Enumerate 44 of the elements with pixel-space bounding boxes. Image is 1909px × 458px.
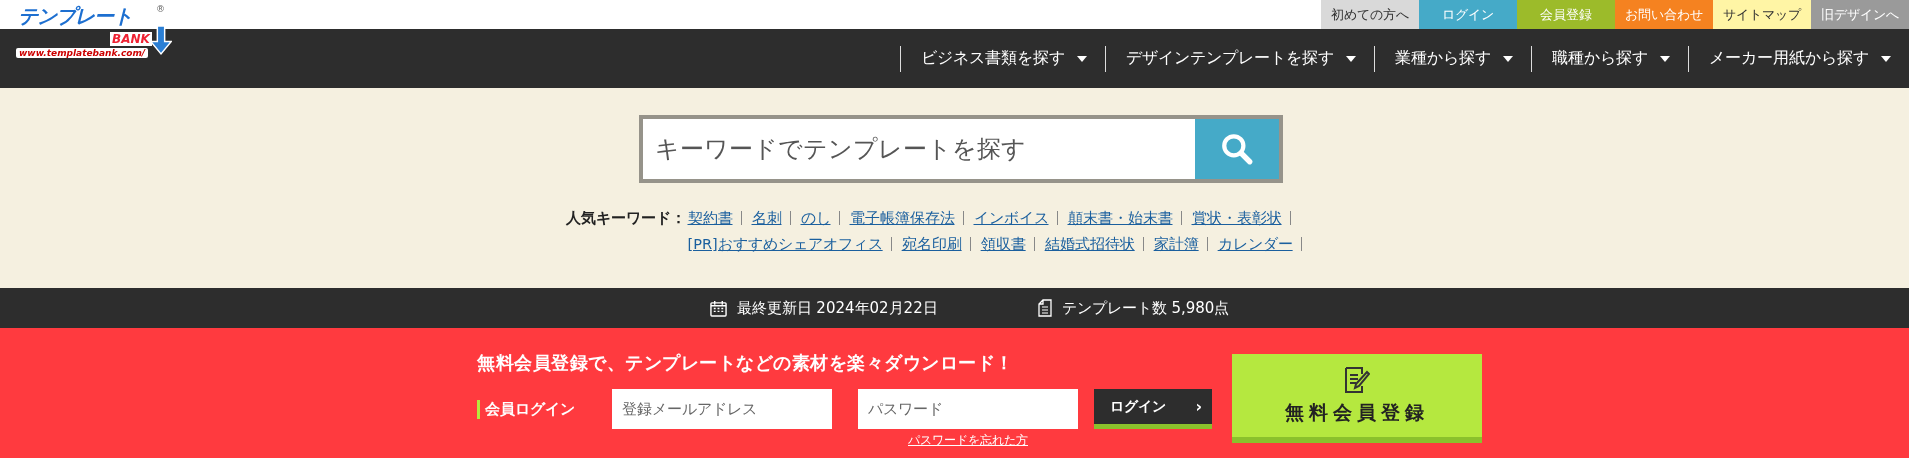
search-button[interactable] <box>1194 119 1279 179</box>
caret-icon <box>1077 55 1087 62</box>
email-field[interactable]: 登録メールアドレス <box>612 389 832 429</box>
stat-text: 最終更新日 2024年02月22日 <box>736 298 938 318</box>
popular-keywords-label: 人気キーワード： <box>565 209 686 228</box>
caret-icon <box>1346 55 1356 62</box>
logo-badge: BANK <box>110 32 152 46</box>
keyword-link[interactable]: 賞状・表彰状 <box>1191 210 1282 226</box>
keyword-link[interactable]: のし <box>800 210 831 226</box>
nav-menu-item[interactable]: メーカー用紙から探す <box>1688 45 1909 72</box>
search-icon <box>1219 132 1254 166</box>
keyword-link[interactable]: 家計簿 <box>1153 236 1199 252</box>
nav-menu-item[interactable]: ビジネス書類を探す <box>900 45 1105 72</box>
keyword-link[interactable]: [PR]おすすめシェアオフィス <box>687 236 883 252</box>
logo-title[interactable]: テンプレート <box>18 4 132 28</box>
keyword-link[interactable]: 結婚式招待状 <box>1044 236 1135 252</box>
keyword-link[interactable]: 顛末書・始末書 <box>1067 210 1173 226</box>
password-field[interactable]: パスワード <box>858 389 1078 429</box>
login-button[interactable]: ログイン › <box>1094 389 1212 429</box>
logo-url: www.templatebank.com/ <box>16 48 149 58</box>
document-icon <box>1037 299 1052 317</box>
nav-menu-item[interactable]: デザインテンプレートを探す <box>1105 45 1374 72</box>
nav-menu-item[interactable]: 業種から探す <box>1374 45 1531 72</box>
register-button[interactable]: 無料会員登録 <box>1232 354 1482 443</box>
keyword-link[interactable]: 契約書 <box>687 210 733 226</box>
stat-text: テンプレート数 5,980点 <box>1061 298 1230 318</box>
keyword-link[interactable]: 宛名印刷 <box>901 236 962 252</box>
caret-icon <box>1660 55 1670 62</box>
caret-icon <box>1503 55 1513 62</box>
registered-mark: ® <box>156 4 165 14</box>
keyword-link[interactable]: 電子帳簿保存法 <box>849 210 955 226</box>
keyword-link[interactable]: 領収書 <box>980 236 1026 252</box>
nav-menu-item[interactable]: 職種から探す <box>1531 45 1688 72</box>
top-link[interactable]: 初めての方へ <box>1321 0 1419 29</box>
document-pen-icon <box>1344 365 1370 394</box>
forgot-password-link[interactable]: パスワードを忘れた方 <box>908 432 1028 449</box>
caret-icon <box>1881 55 1891 62</box>
calendar-icon <box>709 299 727 317</box>
keyword-link[interactable]: インボイス <box>973 210 1049 226</box>
search-field[interactable]: キーワードでテンプレートを探す <box>642 119 1195 179</box>
signup-headline: 無料会員登録で、テンプレートなどの素材を楽々ダウンロード！ <box>477 351 1015 375</box>
keyword-link[interactable]: カレンダー <box>1217 236 1293 252</box>
keyword-link[interactable]: 名刺 <box>751 210 782 226</box>
top-link[interactable]: サイトマップ <box>1713 0 1811 29</box>
